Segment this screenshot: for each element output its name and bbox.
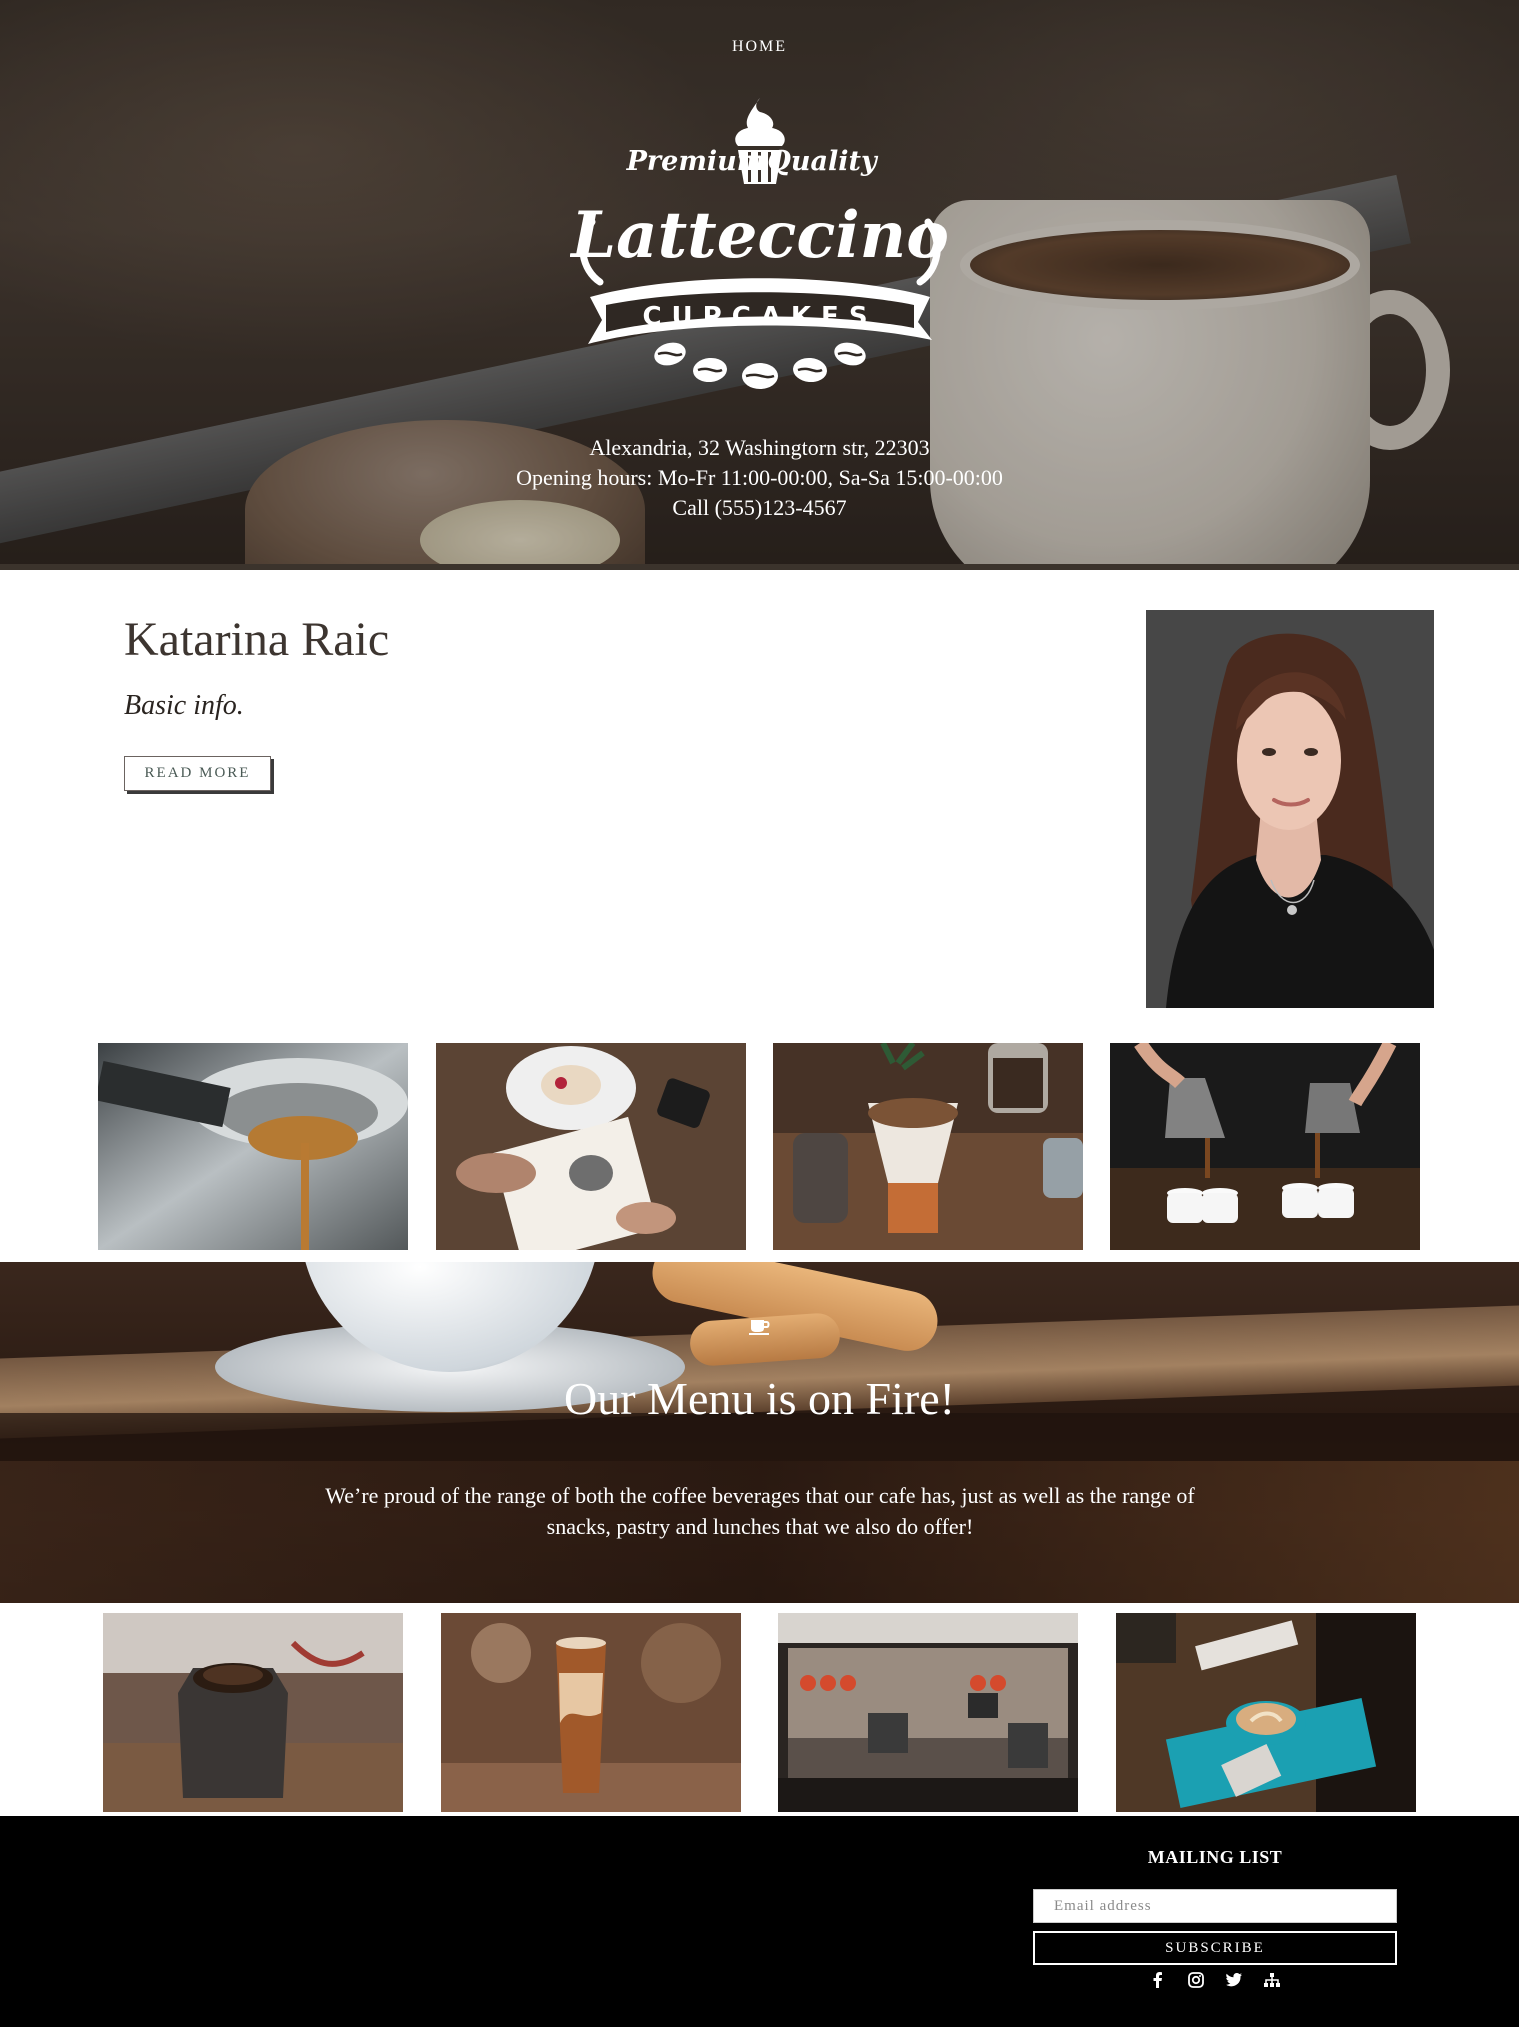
logo-ribbon-text: CUPCAKES bbox=[642, 302, 877, 332]
menu-description-line-1: We’re proud of the range of both the cof… bbox=[325, 1483, 1195, 1508]
twitter-icon[interactable] bbox=[1224, 1970, 1244, 1990]
facebook-icon[interactable] bbox=[1148, 1970, 1168, 1990]
profile-subtitle: Basic info. bbox=[124, 690, 244, 721]
latteccino-logo[interactable]: Premium Quality Latteccino CUPCAKES bbox=[570, 92, 950, 402]
menu-title: Our Menu is on Fire! bbox=[564, 1373, 955, 1424]
gallery-top-photo-1[interactable] bbox=[98, 1043, 408, 1250]
menu-section bbox=[0, 1262, 1519, 1603]
logo-tagline-right: Quality bbox=[767, 146, 879, 177]
sitemap-icon[interactable] bbox=[1262, 1970, 1282, 1990]
gallery-bottom-photo-1[interactable] bbox=[103, 1613, 403, 1812]
gallery-top-photo-3[interactable] bbox=[773, 1043, 1083, 1250]
gallery-top-photo-2[interactable] bbox=[436, 1043, 746, 1250]
logo-tagline-left: Premium bbox=[626, 146, 766, 177]
hero-address: Alexandria, 32 Washingtorn str, 22303 bbox=[589, 435, 930, 460]
nav-home-link[interactable]: HOME bbox=[0, 38, 1519, 56]
hero-contact-info: Alexandria, 32 Washingtorn str, 22303 Op… bbox=[0, 433, 1519, 523]
hero-phone[interactable]: Call (555)123-4567 bbox=[0, 493, 1519, 523]
subscribe-button[interactable]: SUBSCRIBE bbox=[1033, 1931, 1397, 1965]
profile-name: Katarina Raic bbox=[124, 613, 390, 666]
gallery-bottom-photo-3[interactable] bbox=[778, 1613, 1078, 1812]
logo-brand-name: Latteccino bbox=[570, 198, 949, 273]
menu-description-line-2: snacks, pastry and lunches that we also … bbox=[546, 1514, 974, 1539]
read-more-button[interactable]: READ MORE bbox=[124, 756, 271, 791]
profile-photo bbox=[1146, 610, 1434, 1008]
email-field[interactable] bbox=[1033, 1889, 1397, 1923]
hero-hours: Opening hours: Mo-Fr 11:00-00:00, Sa-Sa … bbox=[516, 465, 1003, 490]
mailing-list-title: MAILING LIST bbox=[1147, 1847, 1283, 1867]
social-links bbox=[1148, 1970, 1282, 1990]
coffee-beans-icon bbox=[654, 342, 866, 389]
gallery-top-photo-4[interactable] bbox=[1110, 1043, 1420, 1250]
instagram-icon[interactable] bbox=[1186, 1970, 1206, 1990]
gallery-bottom-photo-2[interactable] bbox=[441, 1613, 741, 1812]
gallery-bottom-photo-4[interactable] bbox=[1116, 1613, 1416, 1812]
coffee-cup-icon bbox=[749, 1320, 770, 1335]
menu-description: We’re proud of the range of both the cof… bbox=[260, 1480, 1260, 1542]
